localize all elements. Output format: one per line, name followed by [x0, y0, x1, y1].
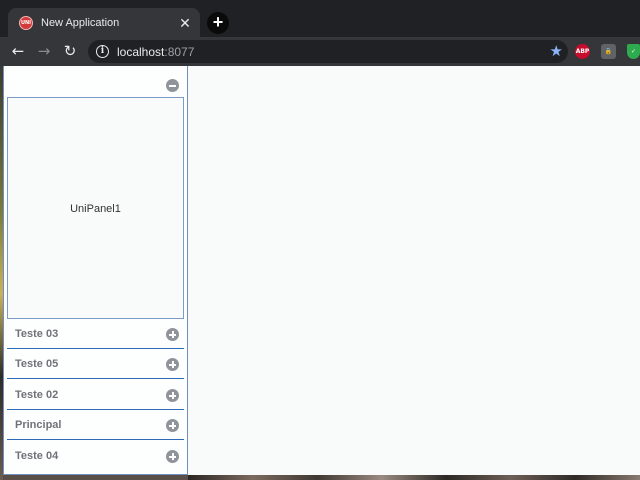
- close-tab-icon[interactable]: ✕: [177, 15, 193, 31]
- accordion-item-label: Teste 03: [15, 328, 59, 340]
- reload-icon[interactable]: ↻: [60, 41, 80, 61]
- accordion-expanded-header[interactable]: [7, 74, 184, 98]
- browser-tab[interactable]: UNI New Application ✕: [8, 8, 200, 37]
- forward-arrow-icon[interactable]: →: [34, 41, 54, 61]
- expand-plus-icon[interactable]: [166, 358, 179, 371]
- browser-tabstrip: UNI New Application ✕ +: [0, 0, 640, 37]
- site-info-icon[interactable]: i: [96, 45, 109, 58]
- desktop-background-strip: [188, 475, 640, 480]
- url-port: :8077: [164, 44, 195, 59]
- bookmark-star-icon[interactable]: ★: [550, 42, 563, 61]
- accordion-item-teste-02[interactable]: Teste 02: [7, 380, 184, 410]
- expand-plus-icon[interactable]: [166, 389, 179, 402]
- address-bar[interactable]: i localhost:8077 ★: [88, 40, 568, 63]
- accordion-item-label: Teste 05: [15, 358, 59, 370]
- password-manager-icon[interactable]: 🔒: [601, 44, 616, 59]
- url-host: localhost: [117, 44, 165, 59]
- panel-caption: UniPanel1: [70, 202, 121, 215]
- collapse-minus-icon[interactable]: [166, 79, 179, 92]
- accordion-item-teste-03[interactable]: Teste 03: [7, 319, 184, 349]
- url-text: localhost:8077: [117, 45, 194, 59]
- accordion-item-teste-05[interactable]: Teste 05: [7, 349, 184, 379]
- page-viewport: UniPanel1 Teste 03 Teste 05 Teste 02 Pri…: [3, 66, 640, 475]
- expand-plus-icon[interactable]: [166, 328, 179, 341]
- new-tab-button[interactable]: +: [207, 12, 229, 34]
- expand-plus-icon[interactable]: [166, 450, 179, 463]
- expand-plus-icon[interactable]: [166, 419, 179, 432]
- tab-title: New Application: [41, 16, 120, 29]
- accordion: UniPanel1 Teste 03 Teste 05 Teste 02 Pri…: [3, 66, 188, 475]
- accordion-item-principal[interactable]: Principal: [7, 410, 184, 440]
- accordion-item-label: Teste 04: [15, 450, 59, 462]
- accordion-expanded-panel: UniPanel1: [7, 97, 184, 319]
- browser-toolbar: ← → ↻ i localhost:8077 ★ ABP 🔒 ✓: [0, 37, 640, 66]
- back-arrow-icon[interactable]: ←: [8, 41, 28, 61]
- accordion-item-label: Principal: [15, 419, 62, 431]
- accordion-item-teste-04[interactable]: Teste 04: [7, 441, 184, 471]
- shield-icon[interactable]: ✓: [627, 44, 640, 59]
- adblock-plus-icon[interactable]: ABP: [575, 44, 590, 59]
- favicon-icon: UNI: [19, 15, 33, 30]
- accordion-item-label: Teste 02: [15, 389, 59, 401]
- main-content-area: [188, 66, 640, 475]
